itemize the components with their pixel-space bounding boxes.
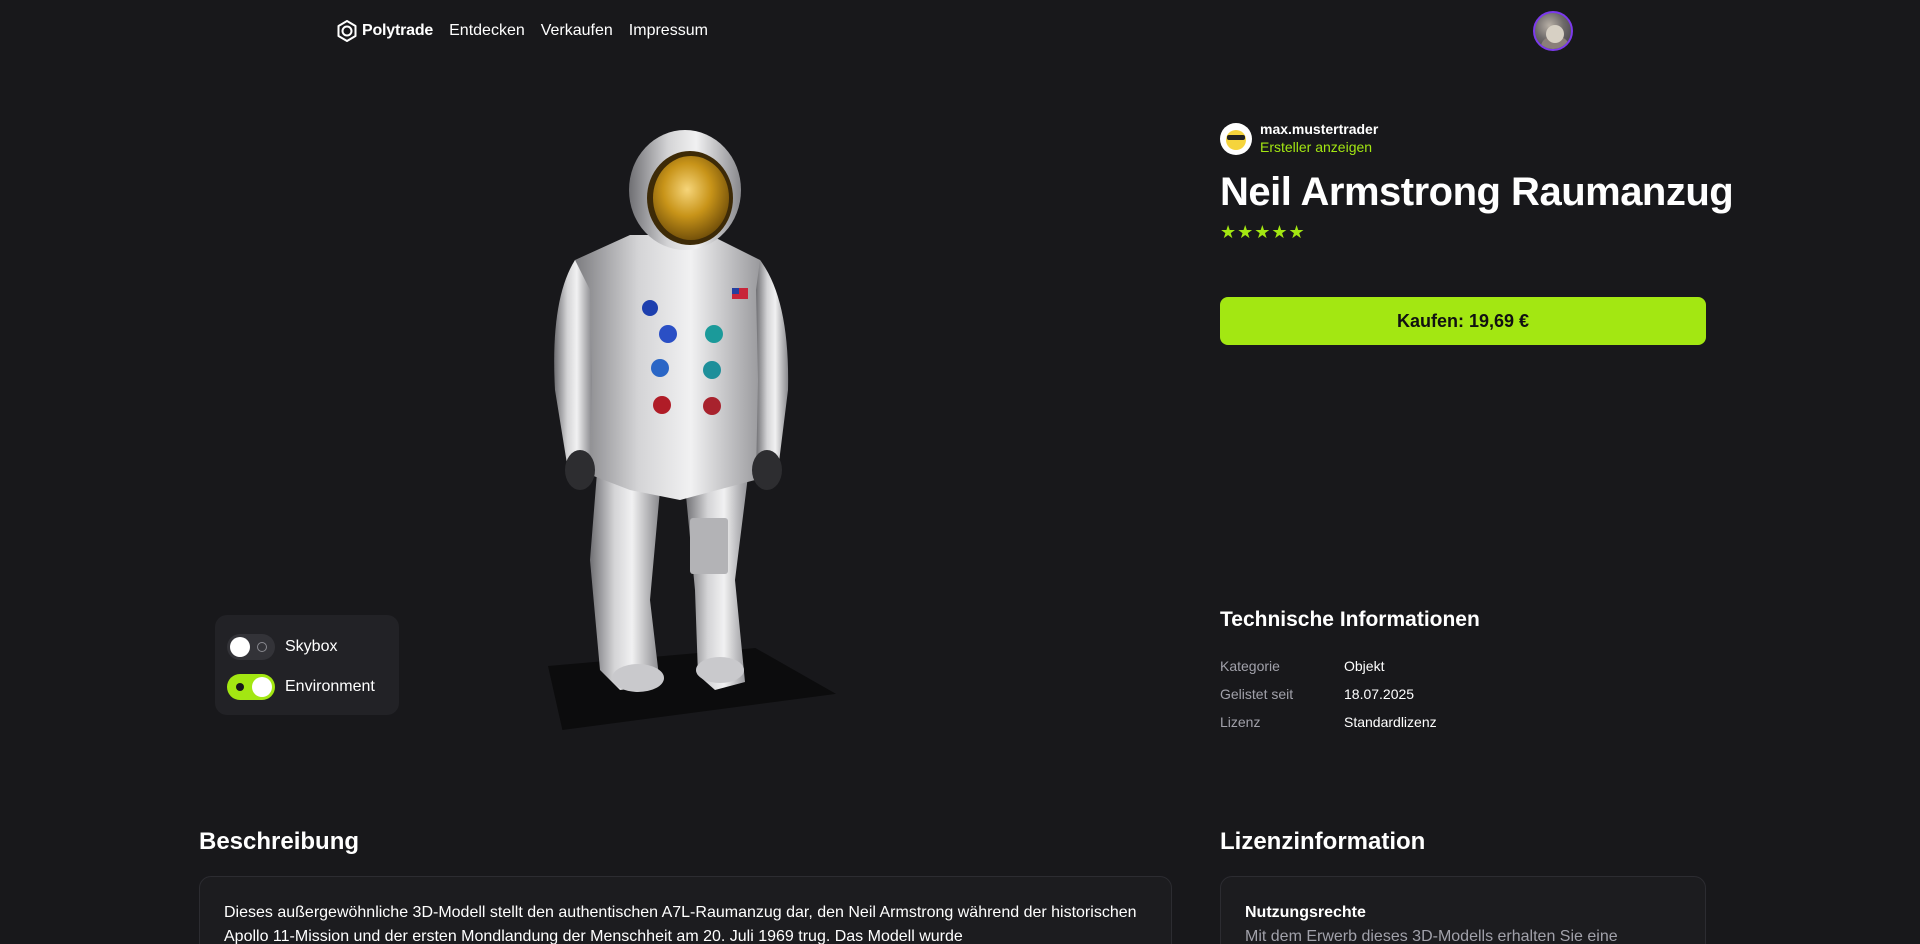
description-title: Beschreibung <box>199 828 360 855</box>
polytrade-logo-icon <box>337 20 357 42</box>
environment-switch[interactable] <box>227 674 275 700</box>
tech-value: 18.07.2025 <box>1344 686 1415 702</box>
nav-link-impressum[interactable]: Impressum <box>629 22 708 40</box>
emoji-face <box>1226 129 1246 150</box>
creator-name: max.mustertrader <box>1260 121 1379 137</box>
buy-button[interactable]: Kaufen: 19,69 € <box>1220 297 1706 345</box>
tech-info-title: Technische Informationen <box>1220 608 1480 631</box>
viewer-toggle-panel: Skybox Environment <box>215 615 399 715</box>
user-avatar[interactable] <box>1533 11 1573 51</box>
tech-row: Kategorie Objekt <box>1220 652 1437 680</box>
dot-icon <box>236 683 244 691</box>
creator-text: max.mustertrader Ersteller anzeigen <box>1260 120 1378 157</box>
product-title: Neil Armstrong Raumanzug <box>1220 170 1734 214</box>
nav-link-verkaufen[interactable]: Verkaufen <box>541 22 613 40</box>
environment-toggle-row[interactable]: Environment <box>227 667 387 707</box>
creator-avatar[interactable] <box>1220 122 1252 155</box>
tech-value: Standardlizenz <box>1344 714 1437 730</box>
creator-info: max.mustertrader Ersteller anzeigen <box>1220 120 1378 157</box>
nav-link-entdecken[interactable]: Entdecken <box>449 22 525 40</box>
skybox-label: Skybox <box>285 638 338 655</box>
skybox-toggle-row[interactable]: Skybox <box>227 627 387 667</box>
top-nav: Polytrade Entdecken Verkaufen Impressum <box>336 18 708 44</box>
brand-logo[interactable]: Polytrade <box>336 20 433 42</box>
tech-value: Objekt <box>1344 658 1385 674</box>
environment-label: Environment <box>285 678 375 695</box>
tech-row: Lizenz Standardlizenz <box>1220 708 1437 736</box>
tech-row: Gelistet seit 18.07.2025 <box>1220 680 1437 708</box>
tech-key: Kategorie <box>1220 658 1280 674</box>
show-creator-link[interactable]: Ersteller anzeigen <box>1260 139 1372 155</box>
avatar-figure-head <box>1546 25 1564 43</box>
tech-key: Lizenz <box>1220 714 1261 730</box>
astronaut-3d-model[interactable] <box>520 130 850 750</box>
skybox-switch[interactable] <box>227 634 275 660</box>
description-card: Dieses außergewöhnliche 3D-Modell stellt… <box>199 876 1172 944</box>
license-card: Nutzungsrechte Mit dem Erwerb dieses 3D-… <box>1220 876 1706 944</box>
license-title: Lizenzinformation <box>1220 828 1426 855</box>
brand-name: Polytrade <box>362 22 434 39</box>
tech-key: Gelistet seit <box>1220 686 1294 702</box>
globe-icon <box>257 642 267 652</box>
usage-rights-text: Mit dem Erwerb dieses 3D-Modells erhalte… <box>1245 928 1618 944</box>
emoji-glasses <box>1227 134 1245 140</box>
usage-rights-heading: Nutzungsrechte <box>1245 904 1366 921</box>
switch-knob <box>252 677 272 697</box>
switch-knob <box>230 637 250 657</box>
star-rating: ★★★★★ <box>1220 222 1306 242</box>
tech-info-table: Kategorie Objekt Gelistet seit 18.07.202… <box>1220 652 1437 736</box>
description-text: Dieses außergewöhnliche 3D-Modell stellt… <box>224 904 1137 944</box>
